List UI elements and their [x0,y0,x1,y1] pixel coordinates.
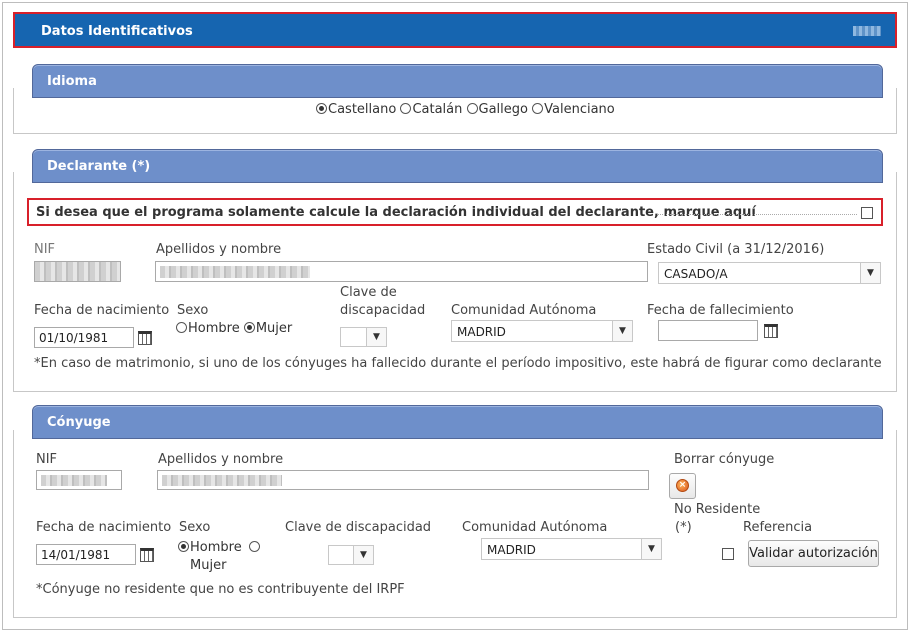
declarante-nif-field[interactable] [34,261,121,282]
declarante-fecha-field[interactable]: 01/10/1981 [34,327,134,348]
declarante-nif-label: NIF [34,242,56,257]
conyuge-note: *Cónyuge no residente que no es contribu… [36,582,405,597]
validar-autorizacion-label: Validar autorización [749,546,878,561]
declarante-discapacidad-label-2: discapacidad [340,303,426,318]
calendar-icon[interactable] [138,331,152,345]
individual-declaration-checkbox[interactable] [861,207,873,219]
conyuge-fecha-value: 14/01/1981 [41,548,111,562]
no-residente-checkbox[interactable] [722,548,734,560]
idioma-option-castellano[interactable]: Castellano [316,102,396,117]
declarante-sexo-label: Sexo [177,303,209,318]
conyuge-comunidad-value: MADRID [487,543,536,557]
fallecimiento-field[interactable] [658,320,758,341]
declarante-fecha-value: 01/10/1981 [39,331,109,345]
fallecimiento-label: Fecha de fallecimiento [647,303,794,318]
chevron-down-icon[interactable]: ▼ [860,263,880,283]
declarante-comunidad-label: Comunidad Autónoma [451,303,597,318]
estado-civil-value: CASADO/A [664,267,728,281]
radio-icon[interactable] [400,103,412,114]
declarante-sexo-hombre[interactable]: Hombre [176,321,240,336]
conyuge-name-label: Apellidos y nombre [158,452,284,467]
no-residente-label-2: (*) [675,520,692,535]
borrar-conyuge-label: Borrar cónyuge [674,452,775,467]
declarante-sexo-options: Hombre Mujer [176,321,292,336]
conyuge-sexo-options: Hombre Mujer [178,539,268,575]
radio-icon[interactable] [248,541,260,552]
radio-icon[interactable] [176,322,187,333]
validar-autorizacion-button[interactable]: Validar autorización [748,540,879,567]
chevron-down-icon[interactable]: ▼ [366,328,386,346]
referencia-label: Referencia [743,520,813,535]
declarante-title: Declarante (*) [47,159,151,174]
declarante-comunidad-value: MADRID [457,325,506,339]
conyuge-nif-field[interactable] [36,470,122,490]
chevron-down-icon[interactable]: ▼ [641,539,661,559]
estado-civil-select[interactable]: CASADO/A ▼ [658,262,881,284]
conyuge-name-value [162,475,282,486]
conyuge-nif-value [41,475,107,486]
calendar-icon[interactable] [140,548,154,562]
declarante-comunidad-select[interactable]: MADRID ▼ [451,320,633,342]
conyuge-sexo-mujer[interactable]: Mujer [190,558,226,573]
radio-icon[interactable] [466,103,478,114]
no-residente-label-1: No Residente [674,502,761,517]
radio-icon[interactable] [316,103,327,114]
declarante-name-label: Apellidos y nombre [156,242,282,257]
individual-declaration-text: Si desea que el programa solamente calcu… [36,205,756,220]
conyuge-discapacidad-label: Clave de discapacidad [285,520,432,535]
idioma-title: Idioma [47,74,97,89]
delete-icon: × [676,479,689,492]
declarante-discapacidad-label-1: Clave de [340,285,397,300]
idioma-header: Idioma [32,64,883,98]
declarante-name-field[interactable] [155,261,648,282]
estado-civil-label: Estado Civil (a 31/12/2016) [647,242,825,257]
idioma-option-gallego[interactable]: Gallego [466,102,528,117]
declarante-discapacidad-select[interactable]: ▼ [340,327,387,347]
conyuge-fecha-label: Fecha de nacimiento [36,520,172,535]
radio-icon[interactable] [243,322,255,333]
idioma-option-valenciano[interactable]: Valenciano [532,102,615,117]
collapse-icon[interactable] [853,26,881,36]
calendar-icon[interactable] [764,324,778,338]
declarante-sexo-mujer[interactable]: Mujer [243,321,292,336]
conyuge-discapacidad-select[interactable]: ▼ [328,545,374,565]
conyuge-nif-label: NIF [36,452,58,467]
chevron-down-icon[interactable]: ▼ [353,546,373,564]
dotted-leader [657,214,857,215]
declarante-header: Declarante (*) [32,149,883,183]
conyuge-sexo-label: Sexo [179,520,211,535]
declarante-note: *En caso de matrimonio, si uno de los có… [34,356,882,371]
idioma-option-catalan[interactable]: Catalán [400,102,462,117]
conyuge-comunidad-select[interactable]: MADRID ▼ [481,538,662,560]
conyuge-header: Cónyuge [32,405,883,439]
idioma-options: Castellano Catalán Gallego Valenciano [316,102,615,117]
conyuge-title: Cónyuge [47,415,111,430]
conyuge-fecha-field[interactable]: 14/01/1981 [36,544,136,565]
individual-declaration-box: Si desea que el programa solamente calcu… [27,198,883,226]
declarante-name-value [160,266,310,278]
datos-identificativos-header: Datos Identificativos [13,12,897,48]
declarante-fecha-label: Fecha de nacimiento [34,303,170,318]
radio-icon[interactable] [532,103,544,114]
conyuge-comunidad-label: Comunidad Autónoma [462,520,608,535]
borrar-conyuge-button[interactable]: × [669,473,696,499]
conyuge-name-field[interactable] [157,470,649,490]
radio-icon[interactable] [178,541,189,552]
header-title: Datos Identificativos [41,24,193,39]
conyuge-sexo-hombre[interactable]: Hombre [178,540,242,555]
chevron-down-icon[interactable]: ▼ [612,321,632,341]
